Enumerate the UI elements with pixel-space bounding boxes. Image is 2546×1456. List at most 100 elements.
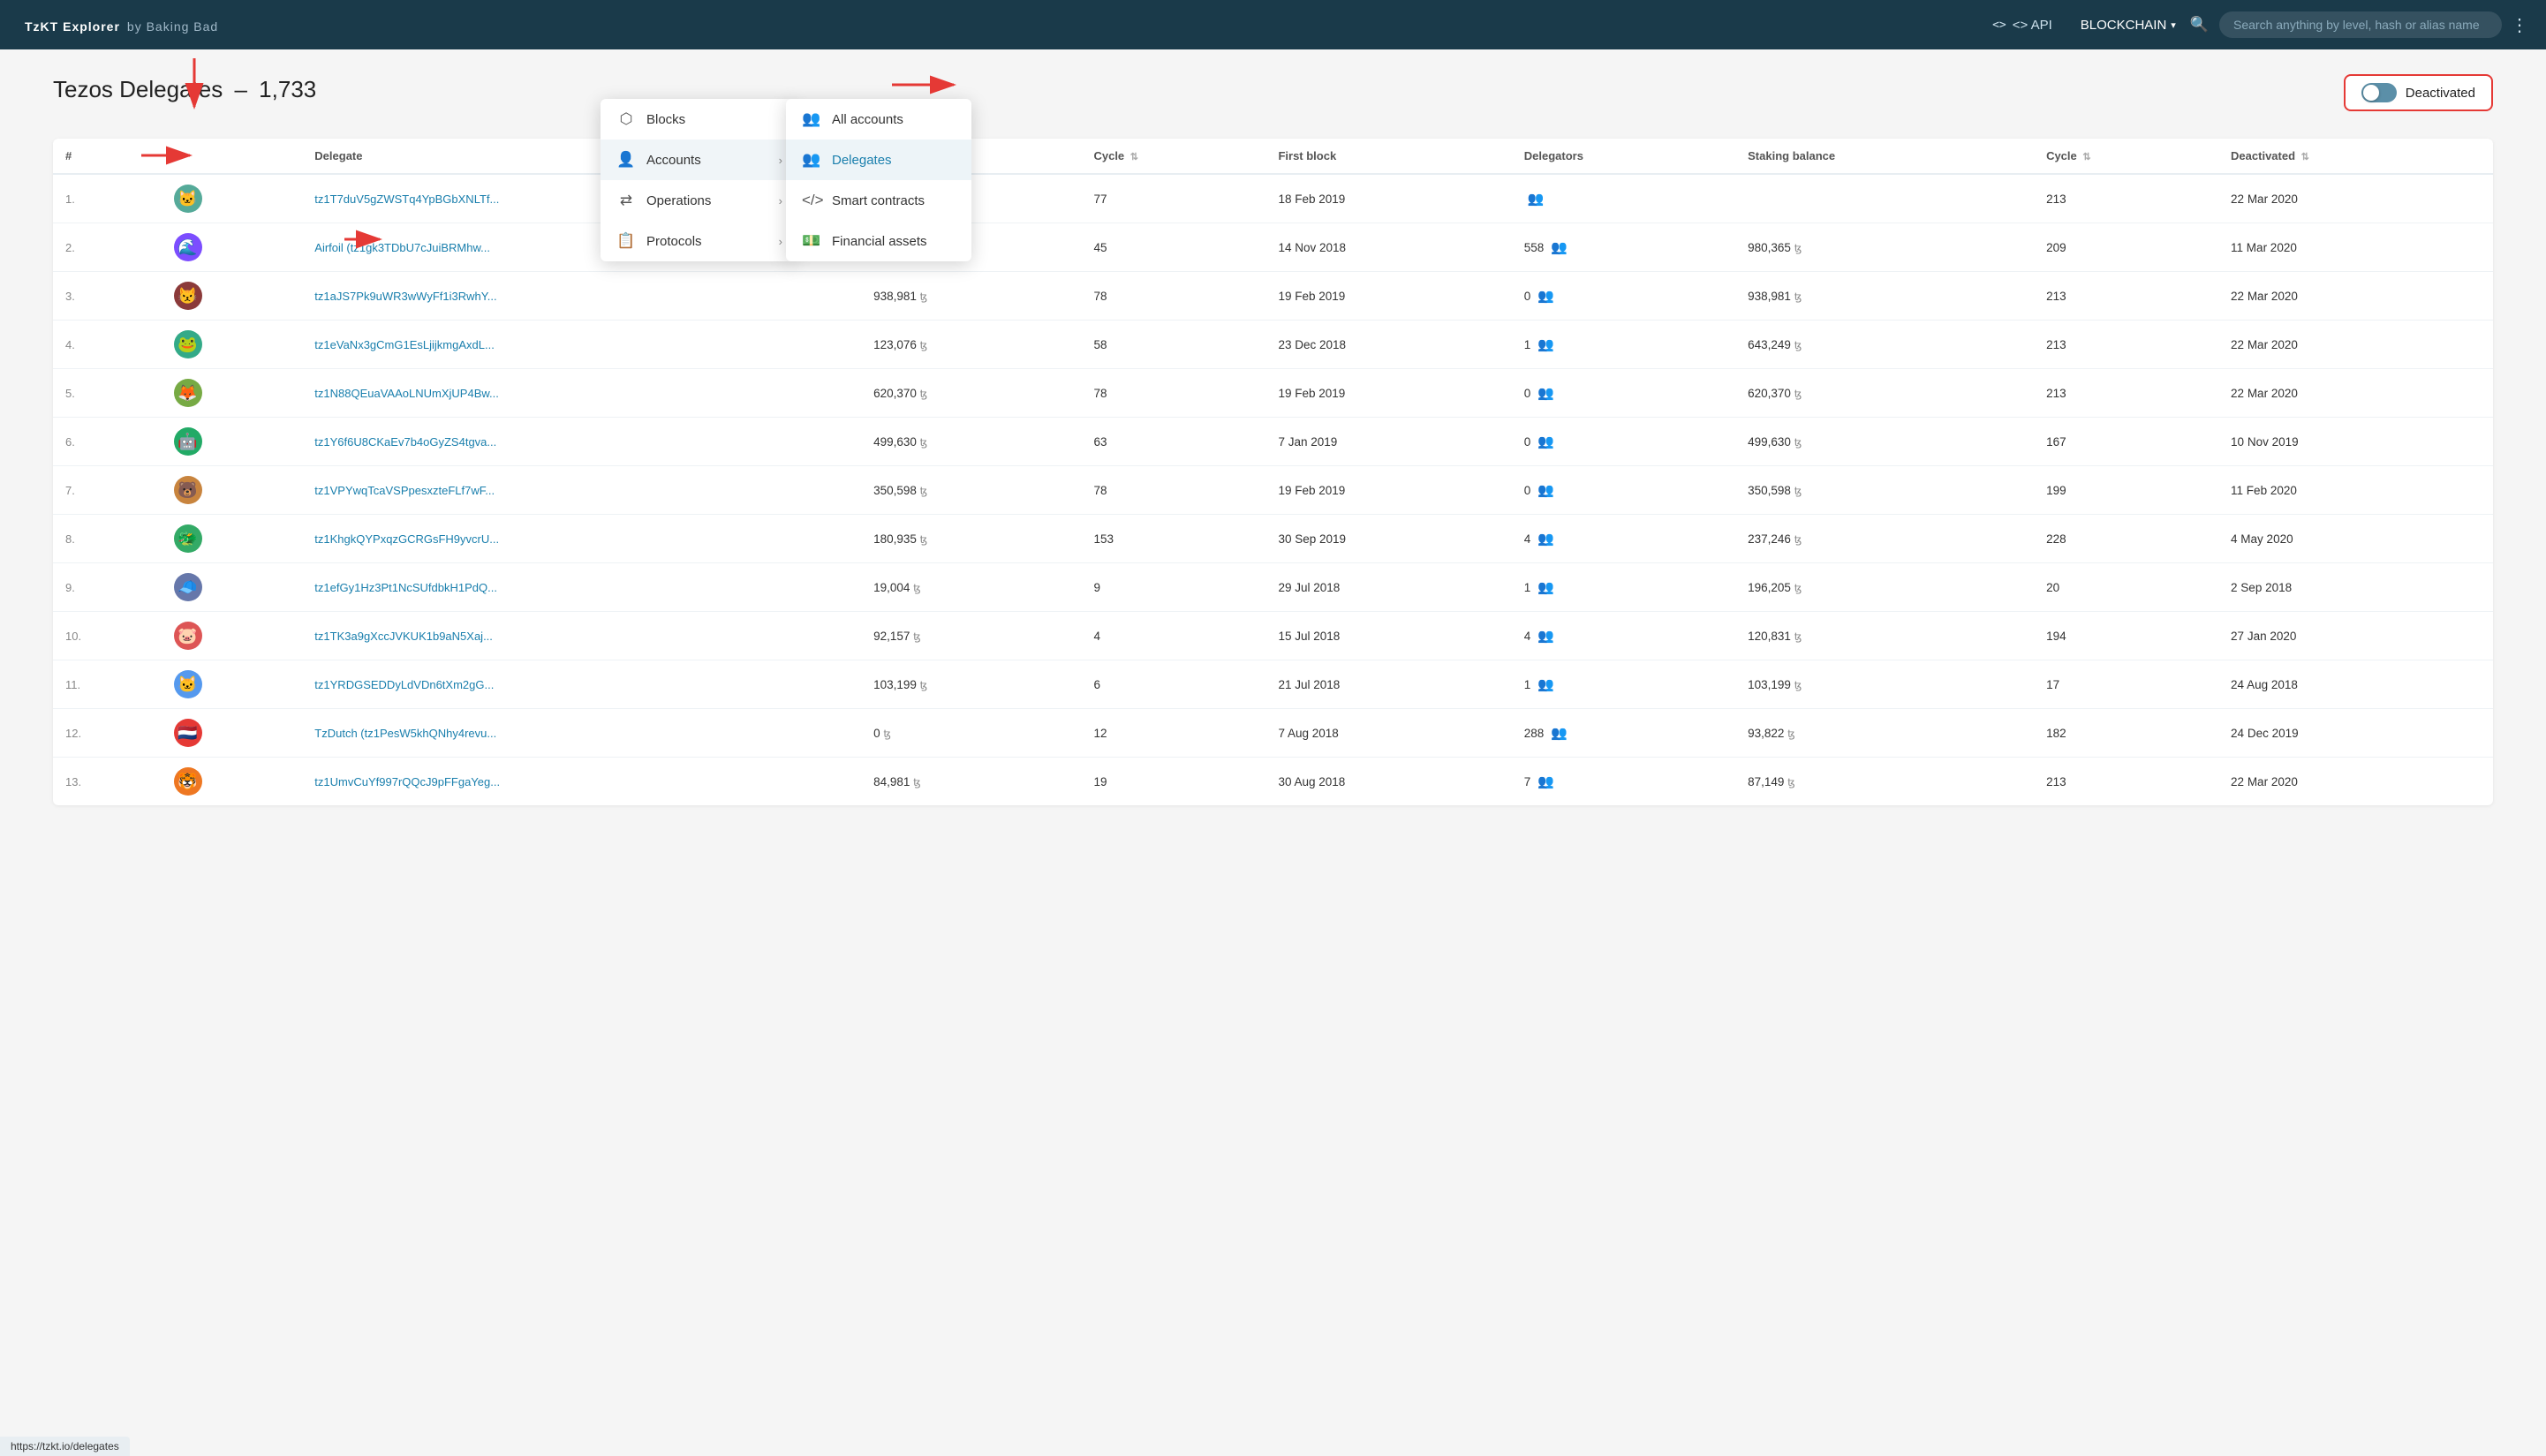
delegators-icon: 👥: [1528, 192, 1545, 207]
delegate-link[interactable]: tz1T7duV5gZWSTq4YpBGbXNLTf...: [314, 192, 499, 206]
dropdown-protocols[interactable]: 📋 Protocols ›: [601, 221, 795, 261]
delegators-icon: 👥: [1537, 532, 1554, 547]
row-first-block: 19 Feb 2019: [1265, 272, 1511, 321]
delegate-link[interactable]: Airfoil (tz1gk3TDbU7cJuiBRMhw...: [314, 241, 490, 254]
delegate-link[interactable]: tz1efGy1Hz3Pt1NcSUfdbkH1PdQ...: [314, 581, 497, 594]
row-num: 8.: [53, 515, 162, 563]
menu-dots-icon[interactable]: ⋮: [2511, 14, 2528, 36]
row-staking-cycle: 194: [2034, 612, 2218, 660]
search-icon: 🔍: [2190, 16, 2209, 34]
row-num: 13.: [53, 758, 162, 806]
toggle-switch[interactable]: [2361, 83, 2397, 102]
row-staking-balance: 237,246 ꜩ: [1735, 515, 2034, 563]
accounts-subdropdown[interactable]: 👥 All accounts 👥 Delegates </> Smart con…: [786, 99, 971, 261]
delegate-link[interactable]: tz1UmvCuYf997rQQcJ9pFFgaYeg...: [314, 775, 500, 788]
row-delegators: 1 👥: [1512, 563, 1735, 612]
logo: TzKT Explorerby Baking Bad: [18, 13, 218, 36]
row-delegate: tz1TK3a9gXccJVKUK1b9aN5Xaj...: [302, 612, 861, 660]
search-input[interactable]: [2219, 11, 2502, 38]
row-deactivated: 24 Dec 2019: [2218, 709, 2493, 758]
delegators-icon: 👥: [1537, 483, 1554, 498]
row-deactivated: 22 Mar 2020: [2218, 369, 2493, 418]
row-cycle: 58: [1081, 321, 1265, 369]
dropdown-operations[interactable]: ⇄ Operations ›: [601, 180, 795, 221]
delegate-link[interactable]: tz1YRDGSEDDyLdVDn6tXm2gG...: [314, 678, 494, 691]
row-staking-balance: [1735, 174, 2034, 223]
row-avatar-cell: 🤖: [162, 418, 303, 466]
row-num: 10.: [53, 612, 162, 660]
table-row: 4. 🐸 tz1eVaNx3gCmG1EsLjijkmgAxdL... 123,…: [53, 321, 2493, 369]
dropdown-blocks[interactable]: ⬡ Blocks: [601, 99, 795, 140]
delegate-link[interactable]: tz1TK3a9gXccJVKUK1b9aN5Xaj...: [314, 630, 493, 643]
row-staking-balance: 980,365 ꜩ: [1735, 223, 2034, 272]
tez-symbol: ꜩ: [920, 679, 928, 691]
col-deactivated: Deactivated ⇅: [2218, 139, 2493, 174]
row-num: 12.: [53, 709, 162, 758]
subdropdown-delegates[interactable]: 👥 Delegates: [786, 140, 971, 180]
subdropdown-financial-assets[interactable]: 💵 Financial assets: [786, 221, 971, 261]
delegate-link[interactable]: tz1KhgkQYPxqzGCRGsFH9yvcrU...: [314, 532, 499, 546]
cycle-sort-icon[interactable]: ⇅: [1130, 152, 1138, 162]
row-deactivated: 10 Nov 2019: [2218, 418, 2493, 466]
tez-symbol: ꜩ: [883, 728, 891, 740]
delegators-icon: 👥: [1537, 580, 1554, 595]
delegate-link[interactable]: tz1VPYwqTcaVSPpesxzteFLf7wF...: [314, 484, 495, 497]
accounts-arrow-icon: ›: [779, 154, 782, 167]
row-first-block: 18 Feb 2019: [1265, 174, 1511, 223]
subdropdown-smart-contracts[interactable]: </> Smart contracts: [786, 180, 971, 221]
deactivated-toggle[interactable]: Deactivated: [2344, 74, 2493, 111]
row-avatar-cell: 🇳🇱: [162, 709, 303, 758]
row-avatar-cell: 😾: [162, 272, 303, 321]
blockchain-nav-item[interactable]: BLOCKCHAIN ▾: [2077, 12, 2180, 38]
row-cycle: 12: [1081, 709, 1265, 758]
table-row: 8. 🐲 tz1KhgkQYPxqzGCRGsFH9yvcrU... 180,9…: [53, 515, 2493, 563]
col-first-block: First block: [1265, 139, 1511, 174]
delegate-link[interactable]: tz1eVaNx3gCmG1EsLjijkmgAxdL...: [314, 338, 495, 351]
row-staking-balance: 620,370 ꜩ: [1735, 369, 2034, 418]
operations-icon: ⇄: [616, 192, 636, 209]
deactivated-sort-icon[interactable]: ⇅: [2301, 152, 2309, 162]
blockchain-dropdown[interactable]: ⬡ Blocks 👤 Accounts › ⇄ Operations › 📋 P…: [601, 99, 795, 261]
row-cycle: 78: [1081, 466, 1265, 515]
dropdown-accounts[interactable]: 👤 Accounts ›: [601, 140, 795, 180]
avatar: 🐷: [174, 622, 202, 650]
delegate-link[interactable]: tz1N88QEuaVAAoLNUmXjUP4Bw...: [314, 387, 499, 400]
delegators-icon: 👥: [1537, 386, 1554, 401]
col-avatar: [162, 139, 303, 174]
delegate-link[interactable]: tz1Y6f6U8CKaEv7b4oGyZS4tgva...: [314, 435, 496, 449]
subdropdown-all-accounts[interactable]: 👥 All accounts: [786, 99, 971, 140]
header: TzKT Explorerby Baking Bad <> <> API BLO…: [0, 0, 2546, 49]
api-nav-item[interactable]: <> <> API: [1989, 12, 2056, 38]
delegators-icon: 👥: [1537, 337, 1554, 352]
row-balance: 103,199 ꜩ: [861, 660, 1081, 709]
table-row: 9. 🧢 tz1efGy1Hz3Pt1NcSUfdbkH1PdQ... 19,0…: [53, 563, 2493, 612]
table-row: 13. 🐯 tz1UmvCuYf997rQQcJ9pFFgaYeg... 84,…: [53, 758, 2493, 806]
avatar: 🐯: [174, 767, 202, 796]
delegators-icon: 👥: [1537, 629, 1554, 644]
row-first-block: 19 Feb 2019: [1265, 466, 1511, 515]
row-deactivated: 27 Jan 2020: [2218, 612, 2493, 660]
row-staking-cycle: 228: [2034, 515, 2218, 563]
row-first-block: 29 Jul 2018: [1265, 563, 1511, 612]
row-staking-balance: 196,205 ꜩ: [1735, 563, 2034, 612]
row-avatar-cell: 🐷: [162, 612, 303, 660]
row-first-block: 30 Sep 2019: [1265, 515, 1511, 563]
row-avatar-cell: 🦊: [162, 369, 303, 418]
row-delegators: 1 👥: [1512, 321, 1735, 369]
row-first-block: 14 Nov 2018: [1265, 223, 1511, 272]
avatar: 🐱: [174, 670, 202, 698]
staking-cycle-sort-icon[interactable]: ⇅: [2082, 152, 2090, 162]
row-staking-cycle: 213: [2034, 321, 2218, 369]
row-first-block: 7 Aug 2018: [1265, 709, 1511, 758]
tez-symbol: ꜩ: [920, 388, 928, 400]
row-delegate: tz1YRDGSEDDyLdVDn6tXm2gG...: [302, 660, 861, 709]
delegate-link[interactable]: TzDutch (tz1PesW5khQNhy4revu...: [314, 727, 496, 740]
row-avatar-cell: 🐻: [162, 466, 303, 515]
row-delegate: tz1aJS7Pk9uWR3wWyFf1i3RwhY...: [302, 272, 861, 321]
row-balance: 620,370 ꜩ: [861, 369, 1081, 418]
tez-symbol: ꜩ: [920, 290, 928, 303]
row-balance: 84,981 ꜩ: [861, 758, 1081, 806]
row-deactivated: 24 Aug 2018: [2218, 660, 2493, 709]
row-avatar-cell: 🐯: [162, 758, 303, 806]
delegate-link[interactable]: tz1aJS7Pk9uWR3wWyFf1i3RwhY...: [314, 290, 496, 303]
